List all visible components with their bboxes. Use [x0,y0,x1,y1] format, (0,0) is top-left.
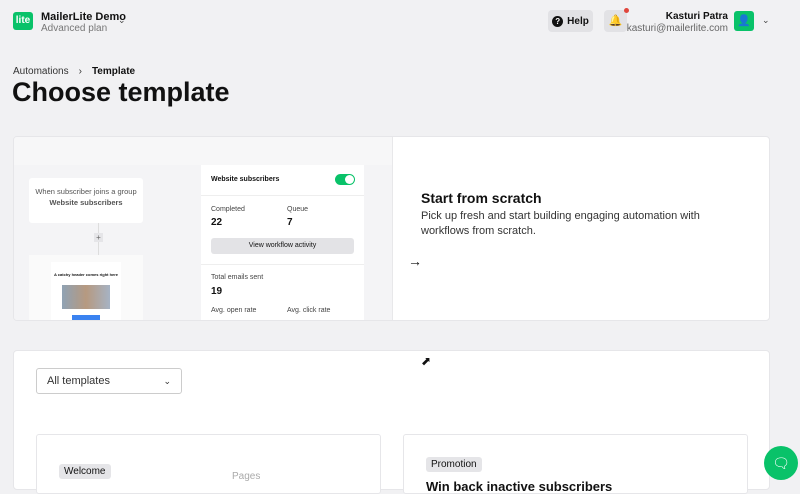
mailerlite-logo: lite [13,12,33,30]
notification-dot [624,8,629,13]
template-card-promotion[interactable]: Promotion Win back inactive subscribers [403,434,748,494]
trigger-text: When subscriber joins a group [35,187,137,196]
notifications-bell-icon[interactable]: 🔔 [604,10,627,32]
template-badge: Welcome [59,464,111,479]
template-badge: Promotion [426,457,482,472]
completed-value: 22 [211,217,223,228]
account-name[interactable]: MailerLite Demo [41,11,126,23]
pages-label: Pages [222,469,271,484]
chevron-right-icon: › [78,66,82,77]
chevron-down-icon[interactable]: ⌄ [762,15,770,26]
breadcrumb-automations[interactable]: Automations [13,66,69,77]
mouse-cursor-icon: ⬈ [421,354,432,368]
email-button [72,315,100,320]
chevron-down-icon: ⌄ [163,375,171,386]
help-icon: ? [552,15,564,27]
page-title: Choose template [12,77,230,107]
plus-icon: + [94,233,103,242]
click-rate-label: Avg. click rate [287,307,331,314]
queue-value: 7 [287,217,293,228]
total-sent-value: 19 [211,286,223,297]
preview-header [14,137,392,165]
completed-label: Completed [211,206,245,213]
template-filter-select[interactable]: All templates ⌄ [36,368,182,394]
workflow-toggle [335,174,355,185]
arrow-right-icon[interactable]: → [408,253,422,269]
total-sent-label: Total emails sent [211,274,264,281]
start-from-scratch-card[interactable]: When subscriber joins a group Website su… [13,136,770,321]
templates-section: All templates ⌄ Welcome Pages Promotion W… [13,350,770,494]
email-images [62,285,110,309]
breadcrumb-current: Template [91,66,136,77]
queue-label: Queue [287,206,309,213]
user-email: kasturi@mailerlite.com [626,23,728,34]
stats-panel: Website subscribers Completed 22 Queue 7… [201,165,364,320]
divider [201,195,364,196]
template-card-welcome[interactable]: Welcome [36,434,381,494]
user-name: Kasturi Patra [665,11,728,22]
divider [201,264,364,265]
divider [392,137,393,320]
avatar[interactable]: 👤 [734,11,754,31]
help-label: Help [567,15,589,27]
trigger-node: When subscriber joins a group Website su… [29,178,143,223]
scratch-description: Pick up fresh and start building engagin… [421,210,700,237]
view-workflow-activity-button: View workflow activity [211,238,354,254]
breadcrumb: Automations › Template [13,66,135,77]
account-plan: Advanced plan [41,23,108,34]
filter-value: All templates [47,375,110,387]
open-rate-label: Avg. open rate [211,307,257,314]
group-name: Website subscribers [211,176,280,183]
trigger-group: Website subscribers [49,198,123,207]
workflow-preview: When subscriber joins a group Website su… [14,137,392,320]
chat-support-icon[interactable]: 🗨 [764,446,798,480]
chevron-down-icon[interactable]: ⌄ [118,15,126,26]
scratch-title: Start from scratch [421,190,542,206]
help-button[interactable]: ? Help [548,10,593,32]
